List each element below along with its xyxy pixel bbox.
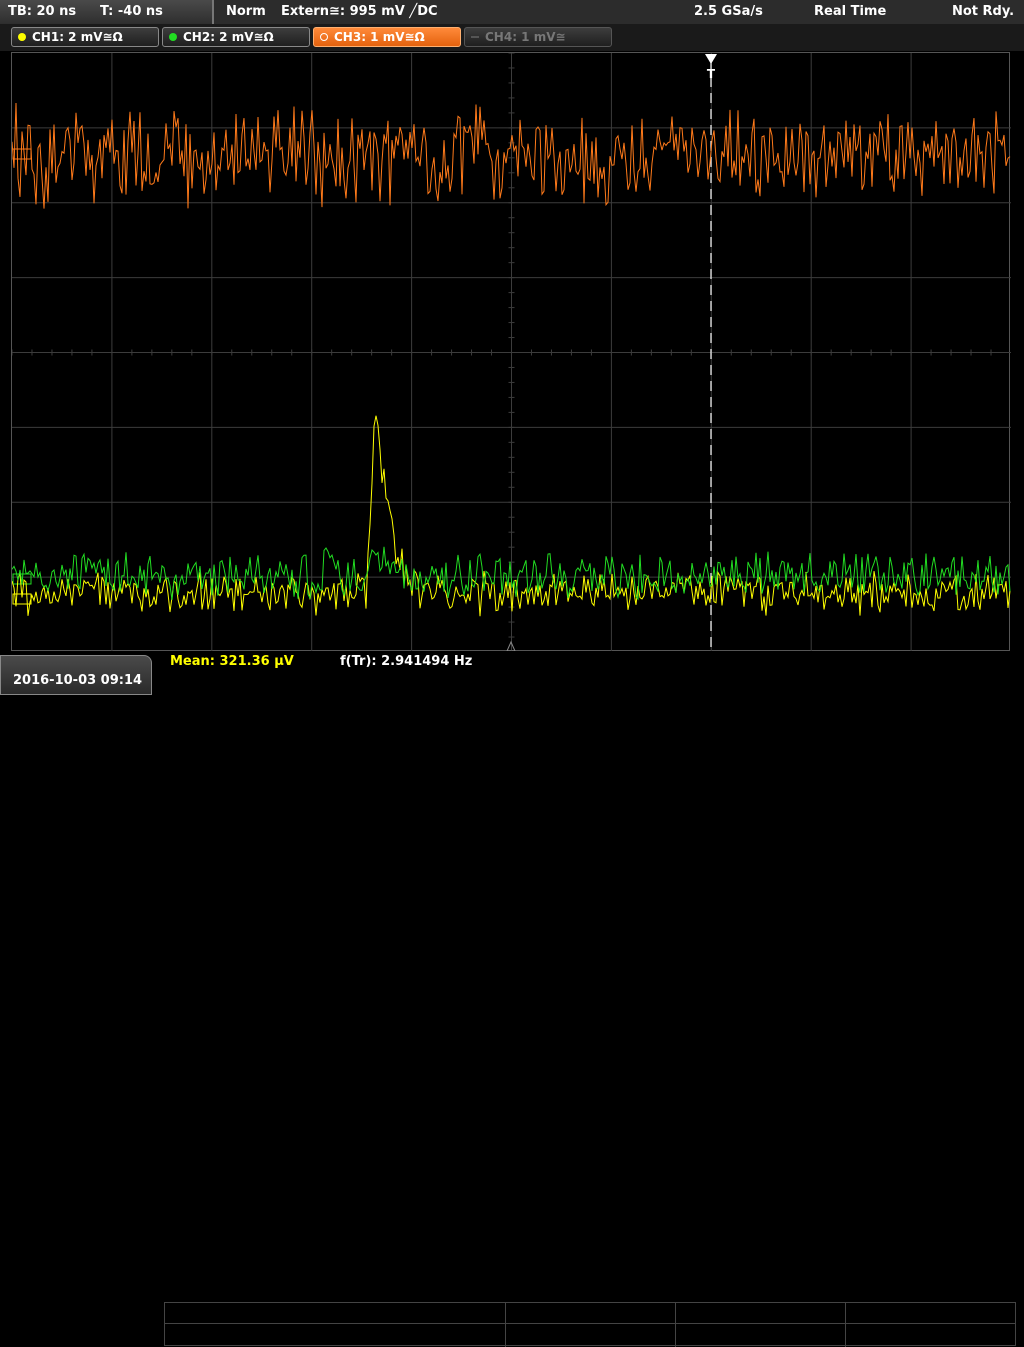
waveform-canvas[interactable]: T <box>12 53 1011 652</box>
trigger-marker-label: T <box>707 67 716 81</box>
trigger-source-label[interactable]: Extern≅: 995 mV ╱DC <box>281 4 438 19</box>
ch3-indicator-icon <box>320 33 328 41</box>
ch1-indicator-icon <box>18 33 26 41</box>
channel-bar: CH1: 2 mV≅Ω CH2: 2 mV≅Ω CH3: 1 mV≅Ω CH4:… <box>0 24 1024 51</box>
status-bar: TB: 20 ns T: -40 ns Norm Extern≅: 995 mV… <box>0 0 1024 24</box>
ch2-label: CH2: 2 mV≅Ω <box>183 30 274 44</box>
datetime-box: 2016-10-03 09:14 <box>0 655 152 695</box>
trigger-mode-label[interactable]: Norm <box>226 4 266 19</box>
acquisition-state-label: Not Rdy. <box>952 4 1015 19</box>
graticule <box>12 53 1011 652</box>
ch4-label: CH4: 1 mV≅ <box>485 30 566 44</box>
ch4-indicator-icon <box>471 36 479 38</box>
channel-tab-ch2[interactable]: CH2: 2 mV≅Ω <box>162 27 310 47</box>
channel-tab-ch1[interactable]: CH1: 2 mV≅Ω <box>11 27 159 47</box>
ch2-indicator-icon <box>169 33 177 41</box>
ch3-label: CH3: 1 mV≅Ω <box>334 30 425 44</box>
channel-tab-ch4[interactable]: CH4: 1 mV≅ <box>464 27 612 47</box>
measurement-bar <box>0 651 1024 1347</box>
frequency-measurement[interactable]: f(Tr): 2.941494 Hz <box>340 654 472 669</box>
ch3-offset-marker[interactable] <box>12 148 32 160</box>
waveform-display[interactable]: T <box>11 52 1011 652</box>
trigger-arrow-icon[interactable] <box>705 54 717 64</box>
trigger-time-label[interactable]: T: -40 ns <box>100 4 163 19</box>
sample-rate-label[interactable]: 2.5 GSa/s <box>694 4 763 19</box>
timebase-label[interactable]: TB: 20 ns <box>8 4 76 19</box>
datetime-label: 2016-10-03 09:14 <box>13 673 143 688</box>
ch1-label: CH1: 2 mV≅Ω <box>32 30 123 44</box>
measurement-grid <box>164 1302 1016 1347</box>
acquisition-mode-label[interactable]: Real Time <box>814 4 886 19</box>
mean-measurement[interactable]: Mean: 321.36 µV <box>170 654 294 669</box>
channel-tab-ch3[interactable]: CH3: 1 mV≅Ω <box>313 27 461 47</box>
